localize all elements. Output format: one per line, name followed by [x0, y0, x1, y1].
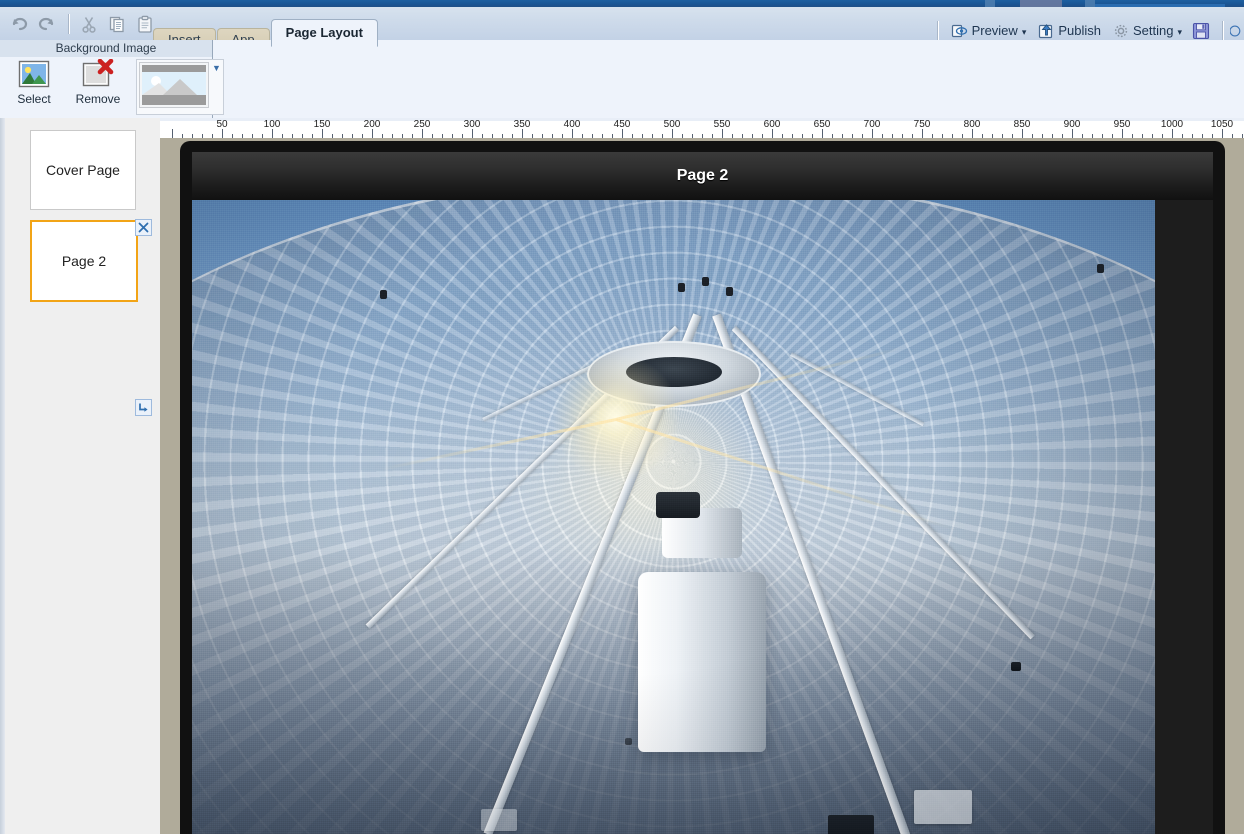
- top-toolbar: Insert App Page Layout Preview ▾: [0, 7, 1244, 51]
- ruler-tick-major: [772, 129, 773, 138]
- ruler-tick-major: [1122, 129, 1123, 138]
- ruler-tick-major: [1222, 129, 1223, 138]
- duplicate-page-button[interactable]: [135, 399, 152, 416]
- publish-button[interactable]: Publish: [1032, 19, 1107, 43]
- design-canvas[interactable]: Page 2: [160, 138, 1244, 834]
- page-thumbnail-label: Page 2: [61, 253, 107, 269]
- ruler-tick-major: [1172, 129, 1173, 138]
- titlebar-marker-center: [1020, 0, 1062, 7]
- ruler-tick-major: [322, 129, 323, 138]
- window-titlebar: [0, 0, 1244, 7]
- background-thumbnail-preview: [139, 62, 209, 108]
- publish-label: Publish: [1058, 23, 1101, 38]
- ruler-label: 200: [363, 119, 381, 130]
- picture-remove-icon: [81, 59, 115, 89]
- redo-icon[interactable]: [34, 11, 60, 37]
- ruler-tick-major: [622, 129, 623, 138]
- ruler-label: 250: [413, 119, 431, 130]
- picture-icon: [17, 59, 51, 89]
- ruler-tick-major: [722, 129, 723, 138]
- photo-vignette: [192, 200, 1155, 834]
- ruler-label: 150: [313, 119, 331, 130]
- ruler-tick-major: [522, 129, 523, 138]
- quick-access-toolbar: [6, 7, 160, 40]
- ruler-tick-major: [922, 129, 923, 138]
- ruler-tick-major: [172, 129, 173, 138]
- page-thumbnail-panel: Cover Page Page 2: [0, 118, 161, 834]
- page-thumbnail-page-2[interactable]: Page 2: [30, 220, 138, 302]
- ribbon-group-background-image: Background Image Select Remove ▼: [0, 40, 224, 118]
- toolbar-separator-3: [1222, 20, 1224, 41]
- ruler-label: 650: [813, 119, 831, 130]
- ribbon-panel: Background Image Select Remove ▼: [0, 40, 1244, 119]
- ruler-label: 1000: [1160, 119, 1184, 130]
- preview-label: Preview: [971, 23, 1018, 38]
- cut-icon[interactable]: [76, 11, 102, 37]
- chevron-down-icon: ▾: [1177, 27, 1182, 37]
- ruler-tick-major: [372, 129, 373, 138]
- ruler-label: 850: [1013, 119, 1031, 130]
- setting-label: Setting: [1132, 23, 1174, 38]
- copy-icon[interactable]: [104, 11, 130, 37]
- ruler-label: 1050: [1210, 119, 1234, 130]
- toolbar-separator-2: [936, 20, 939, 41]
- page-surface[interactable]: Page 2: [180, 141, 1225, 834]
- select-label: Select: [17, 92, 51, 106]
- titlebar-marker-right: [1085, 0, 1095, 7]
- ruler-tick-major: [1022, 129, 1023, 138]
- ruler-label: 950: [1113, 119, 1131, 130]
- page-thumbnail-label: Cover Page: [46, 162, 120, 178]
- page-thumbnail-cover-page[interactable]: Cover Page: [30, 130, 136, 210]
- publish-icon: [1038, 23, 1054, 39]
- setting-button[interactable]: Setting ▾: [1107, 19, 1188, 43]
- ruler-label: 600: [763, 119, 781, 130]
- remove-background-button[interactable]: Remove: [70, 59, 126, 106]
- ruler-label: 300: [463, 119, 481, 130]
- ruler-label: 450: [613, 119, 631, 130]
- close-x-icon: [138, 222, 149, 233]
- ruler-label: 50: [216, 119, 228, 130]
- chevron-down-icon: ▾: [1021, 27, 1027, 37]
- toolbar-separator-1: [68, 13, 70, 34]
- remove-label: Remove: [75, 92, 121, 106]
- ruler-label: 350: [513, 119, 531, 130]
- ruler-label: 700: [863, 119, 881, 130]
- ruler-tick-major: [572, 129, 573, 138]
- background-image-gallery[interactable]: ▼: [136, 59, 224, 115]
- ruler-label: 900: [1063, 119, 1081, 130]
- page-title: Page 2: [676, 167, 729, 184]
- ruler-label: 800: [963, 119, 981, 130]
- gear-icon: [1113, 23, 1129, 39]
- ruler-label: 500: [663, 119, 681, 130]
- ruler-label: 750: [913, 119, 931, 130]
- delete-page-button[interactable]: [135, 219, 152, 236]
- ribbon-group-items: Select Remove ▼: [6, 59, 224, 115]
- undo-icon[interactable]: [6, 11, 32, 37]
- ruler-tick-major: [422, 129, 423, 138]
- background-photo: [192, 200, 1155, 834]
- ruler-tick-major: [672, 129, 673, 138]
- preview-button[interactable]: Preview ▾: [945, 19, 1033, 43]
- ruler-tick-major: [472, 129, 473, 138]
- tab-page-layout[interactable]: Page Layout: [270, 19, 378, 47]
- ruler-tick-major: [872, 129, 873, 138]
- titlebar-marker-left: [985, 0, 995, 7]
- application-window: Insert App Page Layout Preview ▾: [0, 0, 1244, 834]
- page-header-bar: Page 2: [192, 152, 1213, 200]
- select-background-button[interactable]: Select: [6, 59, 62, 106]
- ruler-tick-major: [222, 129, 223, 138]
- ribbon-group-title: Background Image: [55, 41, 157, 55]
- ruler-tick-major: [272, 129, 273, 138]
- chevron-down-icon[interactable]: ▼: [212, 62, 221, 74]
- arrow-corner-icon: [139, 403, 148, 412]
- ruler-label: 550: [713, 119, 731, 130]
- ruler-tick-major: [972, 129, 973, 138]
- ruler-label: 400: [563, 119, 581, 130]
- ruler-label: 100: [263, 119, 281, 130]
- page-body: [192, 200, 1213, 834]
- ruler-tick-major: [1072, 129, 1073, 138]
- preview-icon: [951, 23, 968, 39]
- horizontal-ruler[interactable]: 50 100 150 200 250 300 350 400 450 500 550 600 650 70…: [160, 118, 1244, 139]
- ruler-tick-major: [822, 129, 823, 138]
